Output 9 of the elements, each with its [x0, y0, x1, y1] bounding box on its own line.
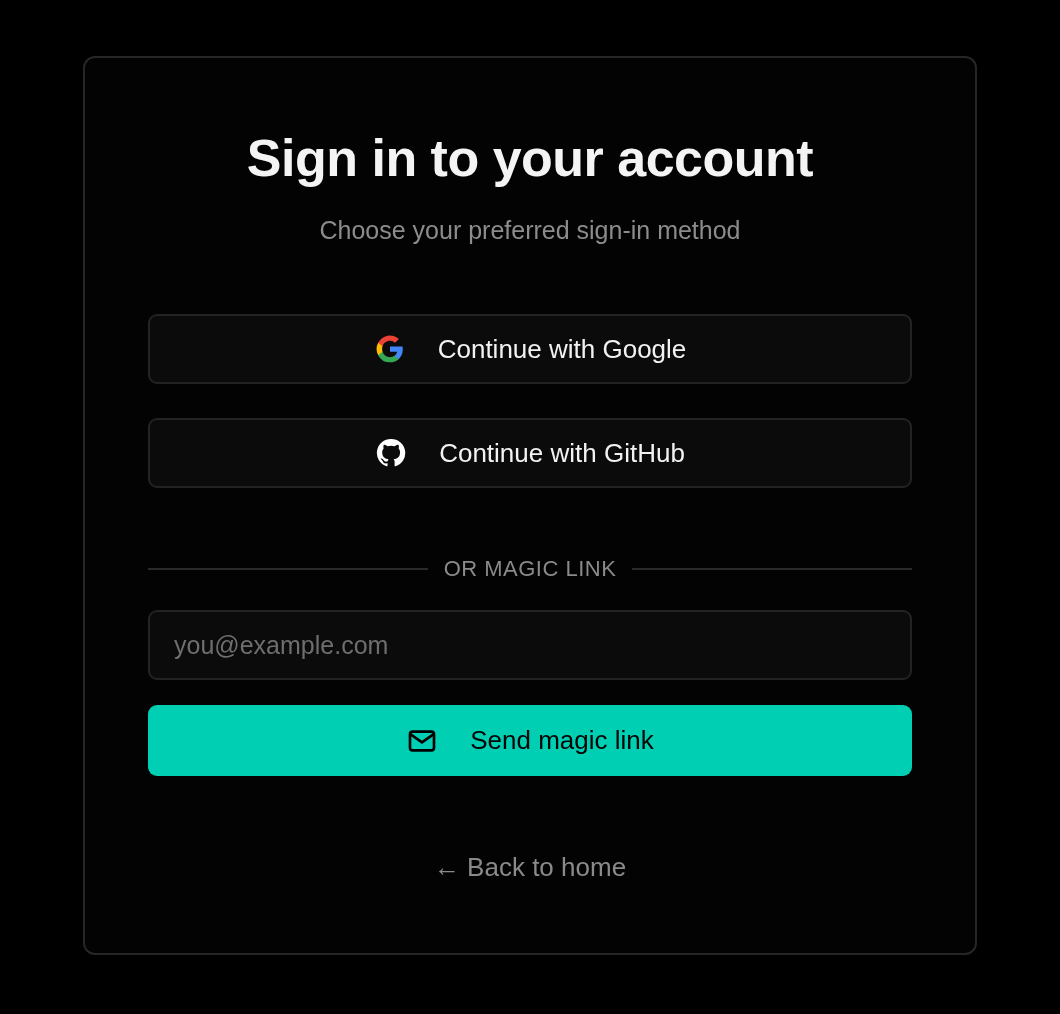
back-to-home-link[interactable]: ← Back to home — [433, 851, 627, 883]
google-button[interactable]: Continue with Google — [148, 314, 912, 384]
email-field[interactable]: you@example.com — [148, 610, 912, 680]
page-title: Sign in to your account — [245, 128, 815, 188]
github-button[interactable]: Continue with GitHub — [148, 418, 912, 488]
divider-label: OR MAGIC LINK — [443, 557, 617, 581]
cat-silhouette-icon — [375, 437, 408, 469]
subtitle: Choose your preferred sign-in method — [318, 215, 742, 246]
send-magic-link-button[interactable]: Send magic link — [148, 705, 912, 776]
